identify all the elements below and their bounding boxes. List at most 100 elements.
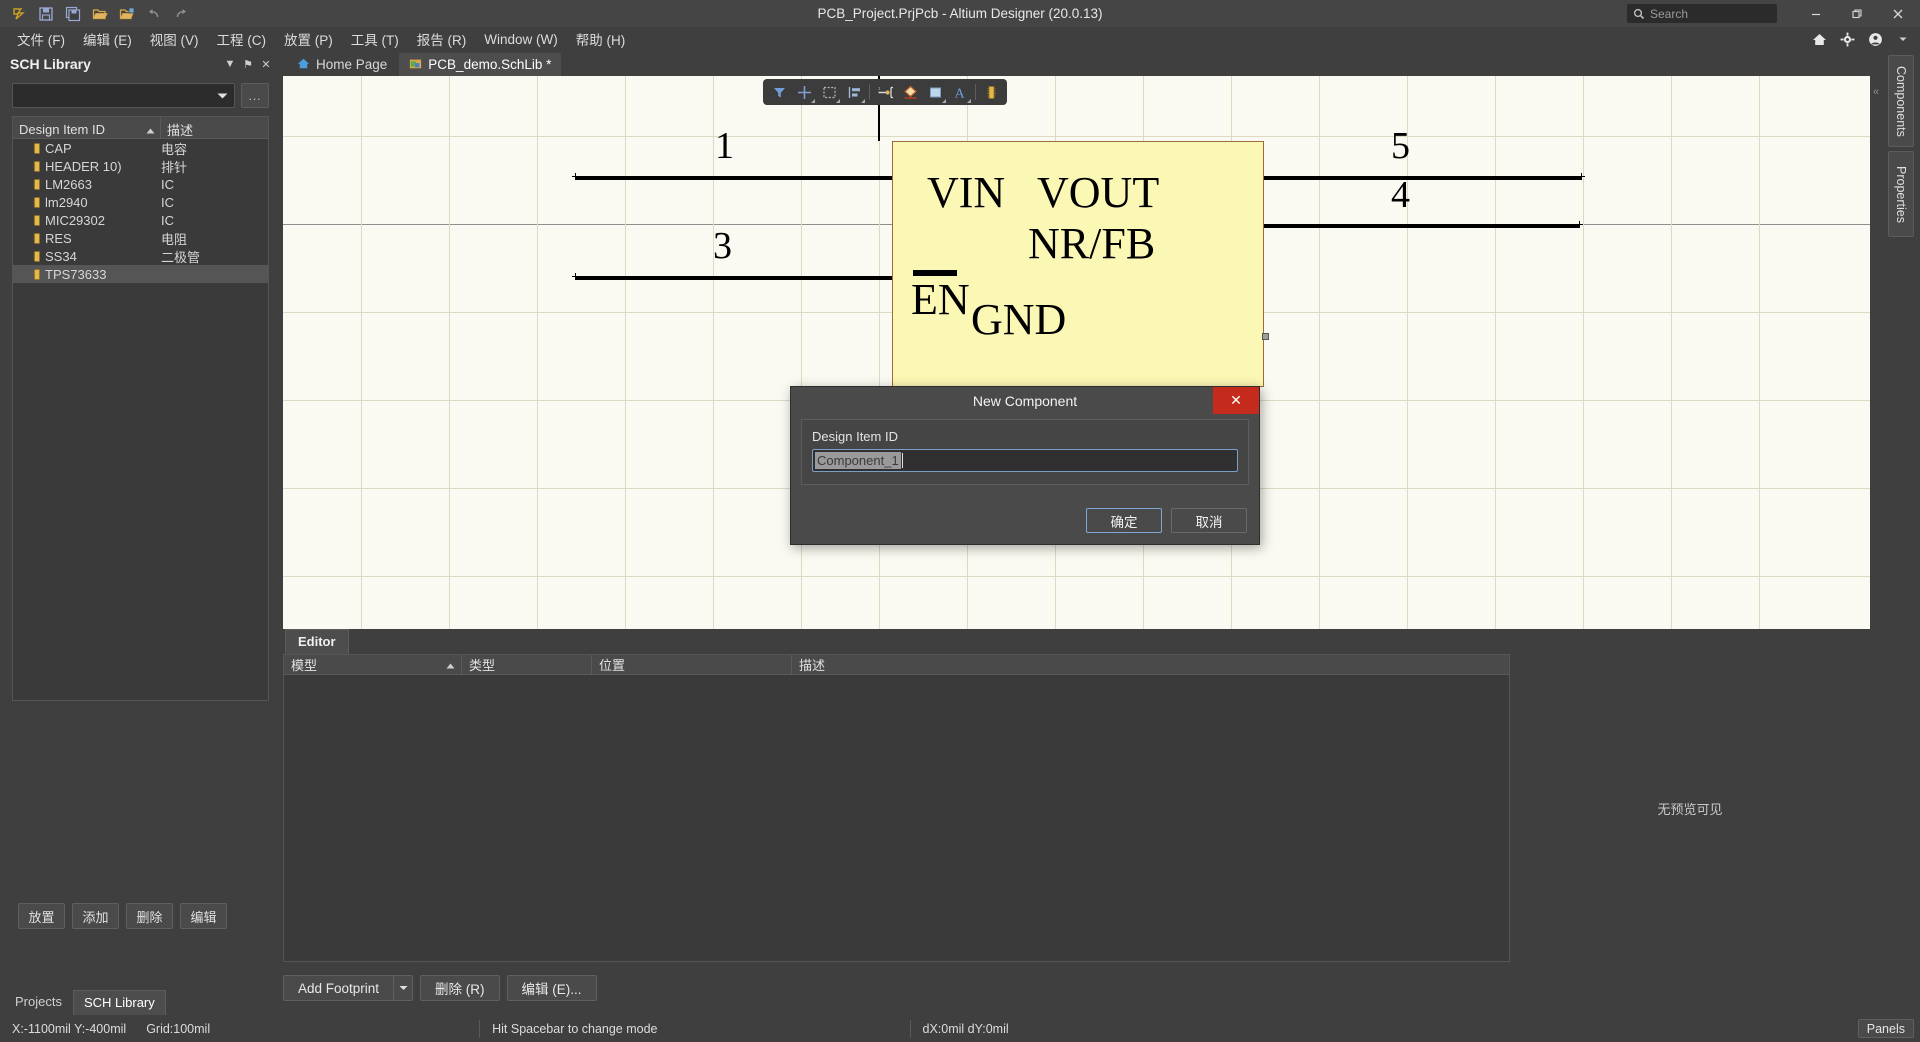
dialog-title-bar: New Component ✕ (791, 387, 1259, 415)
restore-button[interactable] (1836, 0, 1877, 27)
minimize-button[interactable] (1795, 0, 1836, 27)
menu-edit[interactable]: 编辑 (E) (74, 26, 141, 52)
row-id-text: RES (45, 230, 72, 246)
ok-button[interactable]: 确定 (1086, 508, 1162, 533)
component-symbol-body[interactable]: VIN VOUT NR/FB EN GND (892, 141, 1264, 387)
sort-ascending-icon (146, 122, 155, 137)
menu-help[interactable]: 帮助 (H) (567, 26, 635, 52)
row-id-text: TPS73633 (45, 266, 107, 282)
design-item-id-input[interactable]: Component_1 (812, 449, 1238, 472)
dialog-close-button[interactable]: ✕ (1213, 387, 1259, 414)
vtab-components[interactable]: Components (1888, 55, 1914, 147)
sch-library-panel-body: ... Design Item ID 描述 CAP 电容 HEADER 10) … (6, 77, 275, 939)
selection-rectangle-icon[interactable] (817, 81, 841, 103)
place-text-icon[interactable]: A (948, 81, 972, 103)
pin-number-1: 1 (715, 125, 734, 167)
place-pin-icon[interactable]: 1 (873, 81, 897, 103)
open-project-icon[interactable] (114, 3, 140, 25)
menu-reports[interactable]: 报告 (R) (408, 26, 476, 52)
library-select[interactable] (12, 83, 235, 108)
account-icon[interactable] (1866, 30, 1884, 48)
close-button[interactable] (1877, 0, 1918, 27)
align-icon[interactable] (842, 81, 866, 103)
place-button[interactable]: 放置 (18, 903, 65, 929)
panel-menu-icon[interactable]: ▼ (221, 55, 239, 73)
chevron-down-icon[interactable] (1894, 30, 1912, 48)
column-header-description[interactable]: 描述 (161, 117, 268, 138)
add-footprint-button[interactable]: Add Footprint (283, 975, 394, 1001)
place-polygon-icon[interactable] (898, 81, 922, 103)
column-label: Design Item ID (19, 121, 105, 137)
column-header-model[interactable]: 模型 (284, 655, 462, 674)
close-icon[interactable]: ✕ (257, 55, 275, 73)
collapse-right-panel-icon[interactable]: « (1873, 86, 1879, 98)
table-row[interactable]: MIC29302 IC (13, 211, 268, 229)
pin-endpoint-icon (1576, 221, 1583, 228)
menu-tools[interactable]: 工具 (T) (342, 26, 408, 52)
menu-place[interactable]: 放置 (P) (275, 26, 342, 52)
menu-project[interactable]: 工程 (C) (208, 26, 276, 52)
edit-button[interactable]: 编辑 (180, 903, 227, 929)
pin-wire-1[interactable] (575, 176, 892, 180)
cancel-button[interactable]: 取消 (1171, 508, 1247, 533)
pin-wire-3[interactable] (575, 276, 892, 280)
row-description-cell: 电阻 (161, 231, 188, 247)
panels-button[interactable]: Panels (1857, 1019, 1914, 1038)
undo-icon[interactable] (141, 3, 167, 25)
selection-handle[interactable] (1262, 333, 1269, 340)
search-icon (1633, 8, 1645, 19)
menu-window[interactable]: Window (W) (475, 29, 567, 50)
pin-icon[interactable]: ⚑ (239, 55, 257, 73)
save-all-icon[interactable] (60, 3, 86, 25)
model-table[interactable]: 模型 类型 位置 描述 (283, 654, 1510, 962)
altium-logo-icon[interactable] (6, 3, 32, 25)
pin-wire-4[interactable] (1264, 224, 1579, 228)
tab-projects[interactable]: Projects (4, 989, 73, 1015)
pin-wire-5[interactable] (1264, 176, 1581, 180)
tab-sch-library[interactable]: SCH Library (72, 990, 166, 1015)
add-footprint-dropdown-button[interactable] (393, 975, 414, 1001)
place-rectangle-icon[interactable] (923, 81, 947, 103)
grid-line (283, 576, 1870, 577)
column-header-description[interactable]: 描述 (792, 655, 1509, 674)
tab-home-page[interactable]: Home Page (287, 53, 397, 76)
search-input[interactable]: Search (1627, 4, 1777, 23)
row-id-cell: SS34 (13, 249, 161, 264)
edit-model-button[interactable]: 编辑 (E)... (506, 975, 597, 1001)
redo-icon[interactable] (168, 3, 194, 25)
gear-icon[interactable] (1838, 30, 1856, 48)
tab-editor[interactable]: Editor (285, 629, 349, 654)
table-row[interactable]: HEADER 10) 排针 (13, 157, 268, 175)
delete-model-button[interactable]: 删除 (R) (420, 975, 500, 1001)
table-row[interactable]: LM2663 IC (13, 175, 268, 193)
vtab-properties[interactable]: Properties (1888, 151, 1914, 237)
component-icon[interactable] (979, 81, 1003, 103)
row-id-text: MIC29302 (45, 212, 105, 228)
pin-label-vout: VOUT (1037, 168, 1160, 217)
column-header-type[interactable]: 类型 (462, 655, 592, 674)
delete-button[interactable]: 删除 (126, 903, 173, 929)
save-icon[interactable] (33, 3, 59, 25)
pin-endpoint-icon (1578, 173, 1585, 180)
design-item-id-label: Design Item ID (812, 429, 898, 444)
menu-file[interactable]: 文件 (F) (8, 26, 74, 52)
table-row[interactable]: RES 电阻 (13, 229, 268, 247)
table-row[interactable]: TPS73633 (13, 265, 268, 283)
crosshair-icon[interactable] (792, 81, 816, 103)
menu-view[interactable]: 视图 (V) (141, 26, 208, 52)
table-row[interactable]: SS34 二极管 (13, 247, 268, 265)
column-header-location[interactable]: 位置 (592, 655, 792, 674)
tab-pcb-demo-schlib[interactable]: PCB_demo.SchLib * (399, 53, 562, 76)
column-header-design-item-id[interactable]: Design Item ID (13, 117, 161, 138)
editor-document-tabs: Home Page PCB_demo.SchLib * (283, 51, 1870, 76)
library-browse-button[interactable]: ... (241, 83, 269, 108)
open-icon[interactable] (87, 3, 113, 25)
table-row[interactable]: lm2940 IC (13, 193, 268, 211)
grid-line (361, 76, 362, 629)
schlib-icon (409, 57, 422, 73)
row-id-cell: RES (13, 231, 161, 246)
filter-icon[interactable] (767, 81, 791, 103)
home-icon[interactable] (1810, 30, 1828, 48)
add-button[interactable]: 添加 (72, 903, 119, 929)
table-row[interactable]: CAP 电容 (13, 139, 268, 157)
